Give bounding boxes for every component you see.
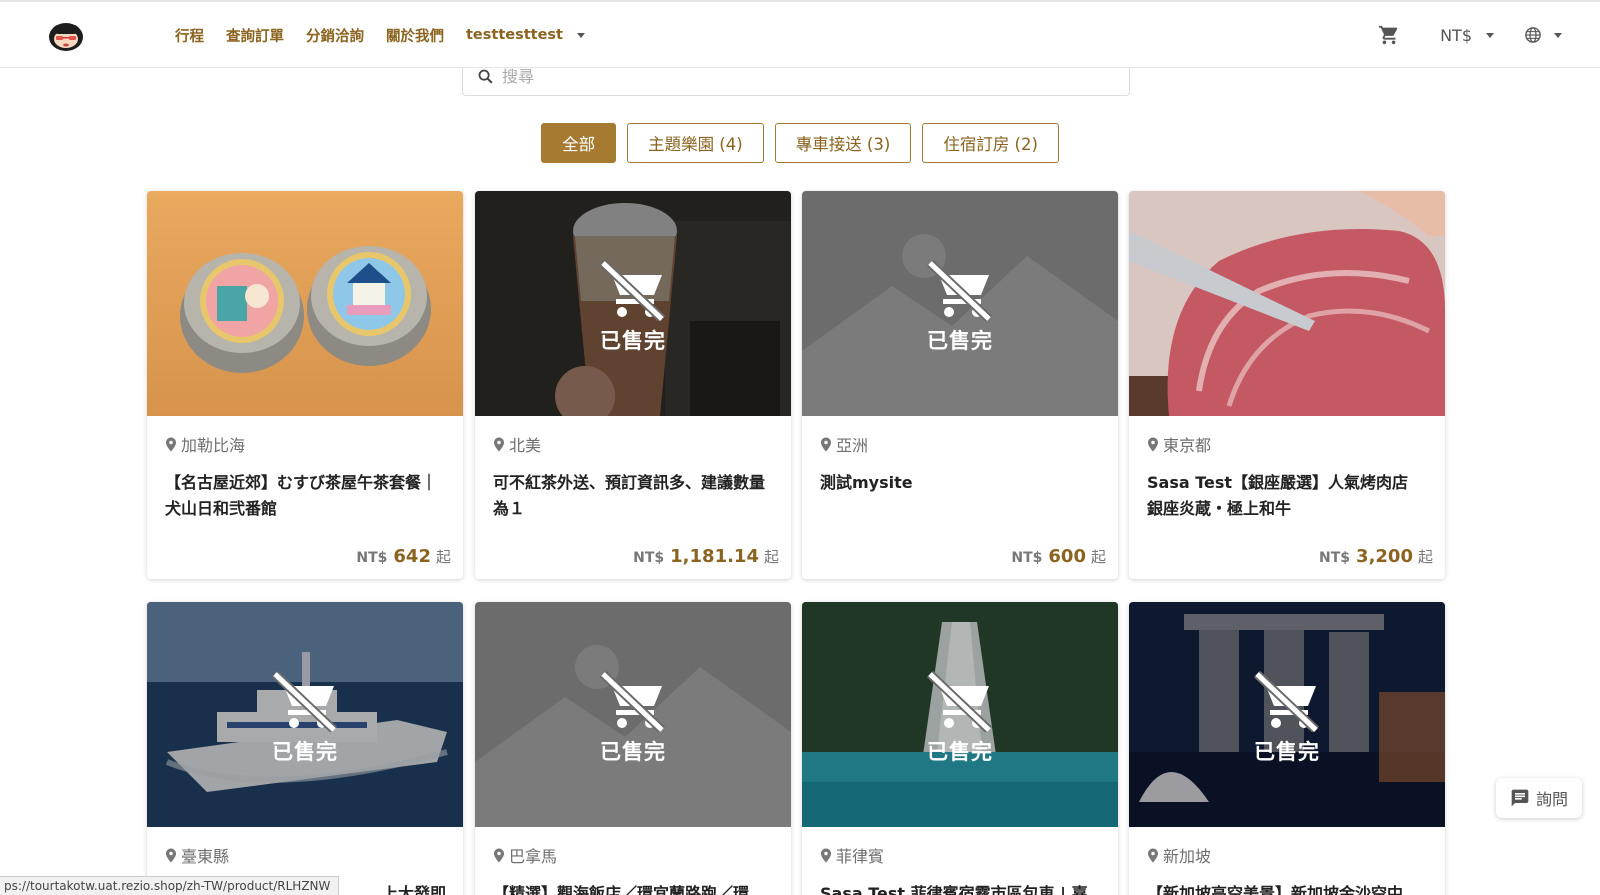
globe-icon	[1525, 27, 1541, 43]
remove-shopping-cart-icon	[271, 670, 338, 732]
location-pin-icon	[166, 437, 176, 451]
inquiry-label: 詢問	[1535, 790, 1568, 809]
product-image: 已售完	[147, 602, 463, 827]
product-card[interactable]: 已售完 菲律賓 Sasa Test 菲律賓宿霧市區包車 | 嘉	[802, 602, 1118, 895]
search-input[interactable]	[502, 67, 1082, 86]
remove-shopping-cart-icon	[599, 670, 666, 732]
product-title[interactable]: 可不紅茶外送、預訂資訊多、建議數量為１	[493, 470, 774, 522]
top-navbar: 行程 查詢訂單 分銷洽詢 關於我們 testtesttest NT$	[0, 0, 1600, 68]
product-location: 巴拿馬	[493, 843, 774, 867]
sold-out-overlay: 已售完	[802, 191, 1118, 416]
product-image	[1129, 191, 1445, 416]
sold-out-overlay: 已售完	[802, 602, 1118, 827]
product-title[interactable]: 【名古屋近郊】むすび茶屋午茶套餐｜犬山日和弐番館	[165, 470, 446, 522]
site-logo[interactable]	[46, 16, 86, 52]
remove-shopping-cart-icon	[926, 670, 993, 732]
sold-out-overlay: 已售完	[147, 602, 463, 827]
product-location: 加勒比海	[165, 432, 446, 456]
product-title[interactable]: Sasa Test 菲律賓宿霧市區包車 | 嘉	[820, 881, 1101, 895]
product-card[interactable]: 已售完 新加坡 【新加坡高空美景】新加坡金沙空中	[1129, 602, 1445, 895]
category-filters: 全部 主題樂園 (4) 專車接送 (3) 住宿訂房 (2)	[0, 123, 1600, 163]
location-pin-icon	[1148, 437, 1158, 451]
currency-label: NT$	[1440, 25, 1472, 45]
remove-shopping-cart-icon	[1253, 670, 1320, 732]
chevron-down-icon	[1486, 32, 1494, 38]
product-location: 東京都	[1147, 432, 1428, 456]
chevron-down-icon	[1554, 32, 1562, 38]
filter-theme-park[interactable]: 主題樂園 (4)	[627, 123, 764, 163]
product-location: 菲律賓	[820, 843, 1101, 867]
product-price: NT$ 3,200 起	[1319, 546, 1433, 567]
product-price: NT$ 642 起	[356, 546, 451, 567]
remove-shopping-cart-icon	[926, 259, 993, 321]
product-card[interactable]: 東京都 Sasa Test【銀座嚴選】人氣烤肉店 銀座炎蔵・極上和牛 NT$ 3…	[1129, 191, 1445, 579]
chevron-down-icon	[576, 32, 585, 38]
currency-selector[interactable]: NT$	[1440, 26, 1494, 45]
filter-hotel[interactable]: 住宿訂房 (2)	[922, 123, 1059, 163]
product-card[interactable]: 加勒比海 【名古屋近郊】むすび茶屋午茶套餐｜犬山日和弐番館 NT$ 642 起	[147, 191, 463, 579]
product-title[interactable]: 【精選】觀海飯店／環宜蘭路跑／環	[493, 881, 774, 895]
product-image: 已售完	[802, 602, 1118, 827]
sold-out-overlay: 已售完	[1129, 602, 1445, 827]
location-pin-icon	[821, 848, 831, 862]
user-name: testtesttest	[466, 27, 563, 43]
search-icon	[478, 69, 493, 84]
product-card[interactable]: 已售完 臺東縣 上大發即	[147, 602, 463, 895]
location-pin-icon	[1148, 848, 1158, 862]
nav-itinerary[interactable]: 行程	[175, 25, 204, 46]
product-card[interactable]: 已售完 亞洲 測試mysite NT$ 600 起	[802, 191, 1118, 579]
product-image: 已售完	[1129, 602, 1445, 827]
product-price: NT$ 600 起	[1011, 546, 1106, 567]
product-image: 已售完	[475, 191, 791, 416]
product-location: 亞洲	[820, 432, 1101, 456]
location-pin-icon	[494, 848, 504, 862]
user-menu[interactable]: testtesttest	[466, 27, 585, 43]
location-pin-icon	[494, 437, 504, 451]
language-selector[interactable]	[1524, 26, 1562, 44]
filter-all[interactable]: 全部	[541, 123, 617, 163]
product-title[interactable]: 測試mysite	[820, 470, 1101, 522]
product-card[interactable]: 已售完 北美 可不紅茶外送、預訂資訊多、建議數量為１ NT$ 1,181.14 …	[475, 191, 791, 579]
sold-out-overlay: 已售完	[475, 191, 791, 416]
location-pin-icon	[821, 437, 831, 451]
product-price: NT$ 1,181.14 起	[633, 546, 779, 567]
nav-distribution[interactable]: 分銷洽詢	[306, 25, 364, 46]
product-image	[147, 191, 463, 416]
product-location: 北美	[493, 432, 774, 456]
filter-transfer[interactable]: 專車接送 (3)	[774, 123, 912, 163]
product-location: 臺東縣	[165, 843, 446, 867]
main-nav: 行程 查詢訂單 分銷洽詢 關於我們 testtesttest	[175, 2, 607, 68]
location-pin-icon	[166, 848, 176, 862]
remove-shopping-cart-icon	[599, 259, 666, 321]
status-bar-url: ps://tourtakotw.uat.rezio.shop/zh-TW/pro…	[0, 876, 340, 895]
product-image: 已售完	[802, 191, 1118, 416]
product-location: 新加坡	[1147, 843, 1428, 867]
header-actions: NT$	[1378, 2, 1600, 68]
chat-icon	[1511, 789, 1529, 807]
product-card[interactable]: 已售完 巴拿馬 【精選】觀海飯店／環宜蘭路跑／環	[475, 602, 791, 895]
product-title[interactable]: 【新加坡高空美景】新加坡金沙空中	[1147, 881, 1428, 895]
product-title[interactable]: Sasa Test【銀座嚴選】人氣烤肉店 銀座炎蔵・極上和牛	[1147, 470, 1428, 522]
product-image: 已售完	[475, 602, 791, 827]
cart-icon[interactable]	[1378, 24, 1400, 46]
nav-about[interactable]: 關於我們	[386, 25, 444, 46]
sold-out-overlay: 已售完	[475, 602, 791, 827]
nav-order-lookup[interactable]: 查詢訂單	[226, 25, 284, 46]
inquiry-button[interactable]: 詢問	[1496, 778, 1582, 818]
